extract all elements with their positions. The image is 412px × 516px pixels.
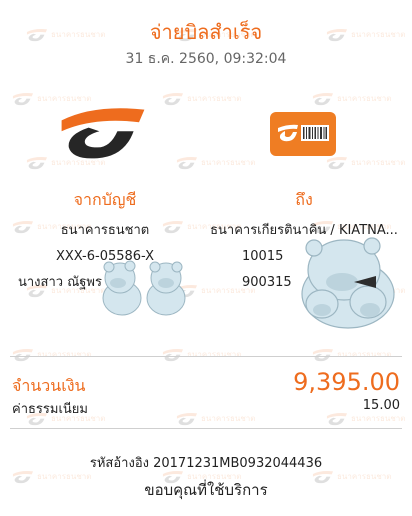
watermark-text: ธนาคารธนชาต [187,350,242,359]
divider-top [10,356,402,357]
amount-value: 9,395.00 [293,368,400,396]
watermark-text: ธนาคารธนชาต [187,94,242,103]
amount-label: จำนวนเงิน [12,376,86,395]
thank-you-message: ขอบคุณที่ใช้บริการ [144,481,268,499]
watermark-tile: ธนาคารธนชาต [12,348,91,362]
transaction-datetime: 31 ธ.ค. 2560, 09:32:04 [125,51,287,67]
watermark-tile: ธนาคารธนชาต [326,156,405,170]
from-bank-name: ธนาคารธนชาต [60,223,150,238]
watermark-tile: ธนาคารธนชาต [162,348,241,362]
watermark-logo-icon [312,92,334,106]
watermark-text: ธนาคารธนชาต [337,94,392,103]
bear-sticker [102,260,186,316]
watermark-tile: ธนาคารธนชาต [176,412,255,426]
reference-code: รหัสอ้างอิง 20171231MB0932044436 [89,456,323,471]
watermark-tile: ธนาคารธนชาต [312,348,391,362]
watermark-logo-icon [326,412,348,426]
watermark-logo-icon [12,348,34,362]
watermark-tile: ธนาคารธนชาต [312,92,391,106]
watermark-text: ธนาคารธนชาต [351,414,406,423]
fee-value: 15.00 [362,398,400,413]
watermark-logo-icon [12,92,34,106]
barcode-biller-icon [270,112,336,156]
watermark-tile: ธนาคารธนชาต [176,156,255,170]
watermark-text: ธนาคารธนชาต [37,94,92,103]
thanachart-bank-logo-icon [58,104,148,162]
watermark-logo-icon [312,348,334,362]
to-heading: ถึง [295,190,313,209]
watermark-text: ธนาคารธนชาต [201,414,256,423]
watermark-logo-icon [176,156,198,170]
watermark-text: ธนาคารธนชาต [201,158,256,167]
fee-label: ค่าธรรมเนียม [12,402,88,417]
from-account-heading: จากบัญชี [73,190,137,209]
divider-bottom [10,428,402,429]
big-bear-sticker [301,237,395,329]
watermark-text: ธนาคารธนชาต [37,350,92,359]
watermark-tile: ธนาคารธนชาต [326,412,405,426]
watermark-logo-icon [176,412,198,426]
page-title: จ่ายบิลสำเร็จ [149,20,263,44]
watermark-text: ธนาคารธนชาต [351,158,406,167]
watermark-logo-icon [26,156,48,170]
watermark-logo-icon [326,156,348,170]
watermark-tile: ธนาคารธนชาต [162,92,241,106]
watermark-logo-icon [162,92,184,106]
watermark-logo-icon [162,348,184,362]
watermark-text: ธนาคารธนชาต [337,350,392,359]
